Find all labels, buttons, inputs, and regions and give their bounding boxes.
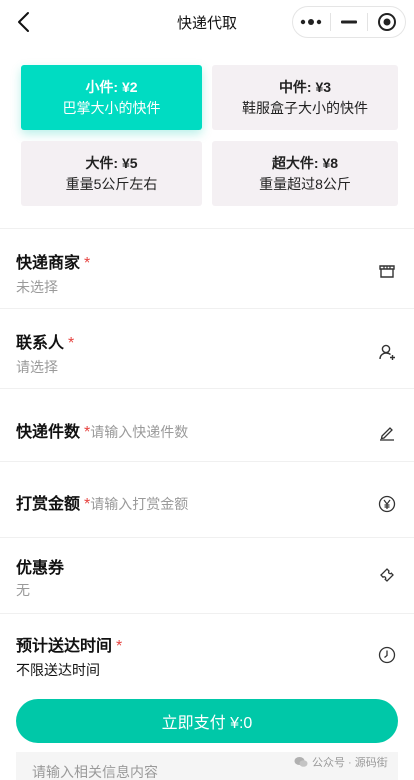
eta-label: 预计送达时间 * (16, 632, 122, 656)
count-label: 快递件数 *请输入快递件数 (16, 418, 188, 442)
package-card-extra-large[interactable]: 超大件: ¥8 重量超过8公斤 (212, 141, 398, 206)
delivery-time-row[interactable]: 预计送达时间 * 不限送达时间 (0, 613, 414, 695)
target-close-icon (377, 13, 396, 31)
package-card-medium[interactable]: 中件: ¥3 鞋服盒子大小的快件 (212, 65, 398, 130)
required-mark: * (68, 335, 75, 352)
eta-value: 不限送达时间 (16, 662, 100, 678)
watermark-text: 公众号 · 源码街 (312, 757, 388, 769)
yen-circle-icon (378, 495, 396, 513)
contact-value: 请选择 (16, 359, 58, 375)
merchant-label-text: 快递商家 (16, 255, 81, 272)
store-icon (379, 265, 395, 278)
tip-label-text: 打赏金额 (16, 496, 81, 513)
more-dots-icon (301, 19, 322, 25)
clock-icon (378, 646, 396, 664)
package-size-selector: 小件: ¥2 巴掌大小的快件 中件: ¥3 鞋服盒子大小的快件 大件: ¥5 重… (0, 44, 414, 224)
pay-now-button[interactable]: 立即支付 ¥:0 (16, 699, 398, 743)
package-title: 超大件: ¥8 (271, 154, 339, 171)
merchant-label: 快递商家 * (16, 249, 90, 273)
coupon-row[interactable]: 优惠券 无 (0, 537, 414, 613)
minimize-button[interactable] (331, 7, 368, 37)
coupon-label-text: 优惠券 (16, 560, 65, 577)
package-desc: 鞋服盒子大小的快件 (242, 99, 368, 116)
eta-label-text: 预计送达时间 (16, 638, 113, 655)
coupon-value: 无 (16, 582, 30, 598)
package-title: 中件: ¥3 (278, 78, 332, 95)
package-title: 大件: ¥5 (85, 154, 138, 171)
package-desc: 重量5公斤左右 (65, 175, 158, 192)
watermark: 公众号 · 源码街 (294, 754, 388, 770)
edit-icon (380, 427, 394, 441)
tip-label: 打赏金额 *请输入打赏金额 (16, 490, 188, 514)
contact-label: 联系人 * (16, 329, 74, 353)
package-count-row[interactable]: 快递件数 *请输入快递件数 (0, 388, 414, 461)
package-card-large[interactable]: 大件: ¥5 重量5公斤左右 (21, 141, 202, 206)
wechat-icon (294, 757, 308, 767)
coupon-label: 优惠券 (16, 554, 64, 578)
package-desc: 巴掌大小的快件 (62, 99, 161, 116)
minus-icon (341, 20, 357, 24)
required-mark: * (116, 638, 123, 655)
close-button[interactable] (368, 7, 405, 37)
contact-row[interactable]: 联系人 * 请选择 (0, 308, 414, 388)
package-title: 小件: ¥2 (85, 78, 138, 95)
merchant-row[interactable]: 快递商家 * 未选择 (0, 228, 414, 308)
package-card-small[interactable]: 小件: ¥2 巴掌大小的快件 (21, 65, 202, 130)
count-input-placeholder[interactable]: 请输入快递件数 (90, 424, 188, 440)
tip-amount-row[interactable]: 打赏金额 *请输入打赏金额 (0, 461, 414, 537)
tip-input-placeholder[interactable]: 请输入打赏金额 (90, 496, 188, 512)
navigation-bar: 快递代取 (0, 0, 414, 44)
count-label-text: 快递件数 (16, 424, 81, 441)
ticket-icon (380, 568, 394, 582)
contact-label-text: 联系人 (16, 335, 65, 352)
more-button[interactable] (293, 7, 330, 37)
person-add-icon (379, 344, 395, 360)
mini-program-capsule (292, 6, 406, 38)
required-mark: * (84, 255, 91, 272)
package-desc: 重量超过8公斤 (259, 175, 351, 192)
merchant-value: 未选择 (16, 279, 58, 295)
